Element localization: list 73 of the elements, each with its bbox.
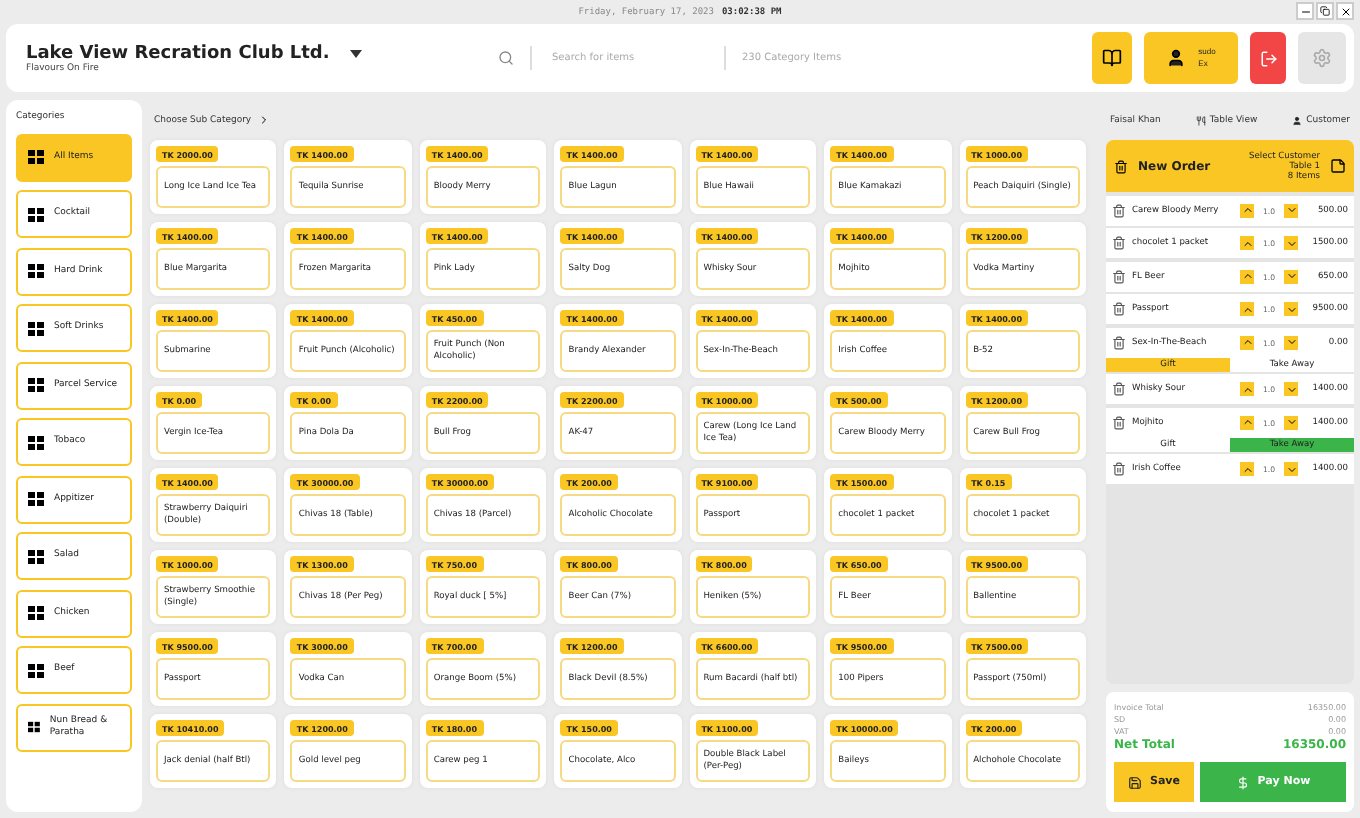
chevron-up-icon: [1241, 416, 1253, 428]
decrease-button[interactable]: [1284, 269, 1298, 283]
chevron-down-icon: [1285, 204, 1297, 216]
caret-icon[interactable]: [349, 49, 362, 57]
chevron-up-icon: [1241, 463, 1253, 475]
chevron-down-icon: [1285, 303, 1297, 315]
decrease-button[interactable]: [1284, 302, 1298, 316]
logout-button[interactable]: [1250, 32, 1286, 84]
minimize-icon: [1299, 5, 1311, 17]
chevron-down-icon: [1285, 237, 1297, 249]
user-icon: [1292, 115, 1303, 125]
increase-button[interactable]: [1240, 236, 1254, 250]
trash-icon[interactable]: [1112, 382, 1126, 396]
chevron-down-icon: [1285, 416, 1297, 428]
trash-icon[interactable]: [1112, 269, 1126, 283]
increase-button[interactable]: [1240, 335, 1254, 349]
chevron-down-icon: [1285, 270, 1297, 282]
chevron-up-icon: [1241, 270, 1253, 282]
restore-button[interactable]: [1316, 2, 1334, 20]
increase-button[interactable]: [1240, 302, 1254, 316]
grid-icon: [28, 492, 44, 506]
grid-icon: [28, 435, 44, 449]
grid-icon: [28, 378, 44, 392]
grid-icon: [28, 720, 40, 734]
grid-icon: [28, 606, 44, 620]
utensils-icon: [1195, 115, 1206, 125]
trash-icon[interactable]: [1112, 236, 1126, 250]
save-icon: [1128, 775, 1142, 789]
chevron-up-icon: [1241, 237, 1253, 249]
search-icon[interactable]: [498, 50, 514, 66]
trash-icon[interactable]: [1112, 302, 1126, 316]
chevron-right-icon: [257, 114, 270, 126]
book-icon: [1102, 48, 1122, 68]
chevron-down-icon: [1285, 463, 1297, 475]
chevron-up-icon: [1241, 204, 1253, 216]
decrease-button[interactable]: [1284, 236, 1298, 250]
increase-button[interactable]: [1240, 203, 1254, 217]
user-icon: [1166, 48, 1187, 68]
increase-button[interactable]: [1240, 269, 1254, 283]
grid-icon: [28, 663, 44, 677]
trash-icon[interactable]: [1112, 462, 1126, 476]
grid-icon: [28, 264, 44, 278]
decrease-button[interactable]: [1284, 415, 1298, 429]
increase-button[interactable]: [1240, 415, 1254, 429]
close-icon: [1339, 5, 1351, 17]
grid-icon: [28, 321, 44, 335]
increase-button[interactable]: [1240, 382, 1254, 396]
trash-icon[interactable]: [1114, 159, 1128, 173]
trash-icon[interactable]: [1112, 335, 1126, 349]
club-title: Lake View Recration Club Ltd.: [26, 43, 330, 63]
chevron-up-icon: [1241, 383, 1253, 395]
chevron-up-icon: [1241, 336, 1253, 348]
note-icon[interactable]: [1330, 158, 1346, 174]
decrease-button[interactable]: [1284, 335, 1298, 349]
chevron-up-icon: [1241, 303, 1253, 315]
chevron-down-icon: [1285, 336, 1297, 348]
grid-icon: [28, 207, 44, 221]
book-button[interactable]: [1092, 32, 1132, 84]
trash-icon[interactable]: [1112, 203, 1126, 217]
decrease-button[interactable]: [1284, 382, 1298, 396]
settings-icon: [1312, 48, 1332, 68]
decrease-button[interactable]: [1284, 462, 1298, 476]
dollar-icon: [1235, 775, 1250, 789]
close-button[interactable]: [1336, 2, 1354, 20]
chevron-down-icon: [1285, 383, 1297, 395]
logout-icon: [1259, 49, 1277, 67]
decrease-button[interactable]: [1284, 203, 1298, 217]
trash-icon[interactable]: [1112, 415, 1126, 429]
grid-icon: [28, 150, 44, 164]
minimize-button[interactable]: [1296, 2, 1314, 20]
restore-icon: [1320, 6, 1330, 16]
increase-button[interactable]: [1240, 462, 1254, 476]
grid-icon: [28, 549, 44, 563]
